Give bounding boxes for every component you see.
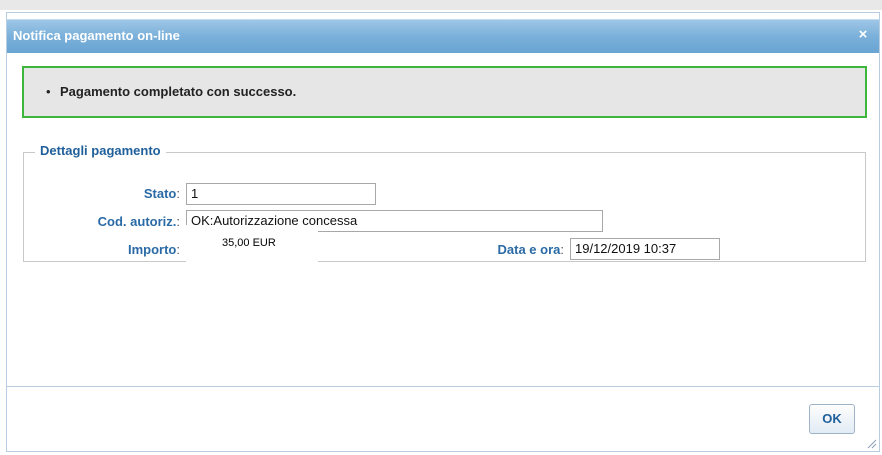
payment-details-legend: Dettagli pagamento	[35, 143, 166, 158]
ok-button[interactable]: OK	[809, 404, 855, 434]
stato-label: Stato:	[143, 186, 180, 201]
top-strip	[0, 0, 882, 10]
dialog-title: Notifica pagamento on-line	[13, 28, 180, 43]
message-bullet: •	[46, 84, 51, 99]
success-message: Pagamento completato con successo.	[60, 84, 297, 99]
data-ora-field[interactable]: 19/12/2019 10:37	[570, 238, 720, 260]
importo-label: Importo:	[127, 242, 180, 257]
payment-details-group: Dettagli pagamento Stato: 1 Cod. autoriz…	[23, 143, 866, 267]
close-icon[interactable]: ×	[855, 27, 871, 43]
data-ora-label: Data e ora:	[497, 242, 565, 257]
cod-autoriz-label: Cod. autoriz.:	[97, 214, 180, 229]
dialog-titlebar[interactable]: Notifica pagamento on-line ×	[7, 19, 879, 53]
importo-value-box: 35,00 EUR	[186, 225, 318, 267]
stato-field[interactable]: 1	[186, 183, 376, 205]
payment-notification-dialog: Notifica pagamento on-line × • Pagamento…	[6, 12, 880, 452]
importo-value: 35,00 EUR	[222, 237, 276, 249]
success-message-box: • Pagamento completato con successo.	[22, 66, 867, 118]
footer-divider	[7, 386, 879, 387]
resize-grip-icon[interactable]	[867, 439, 877, 449]
